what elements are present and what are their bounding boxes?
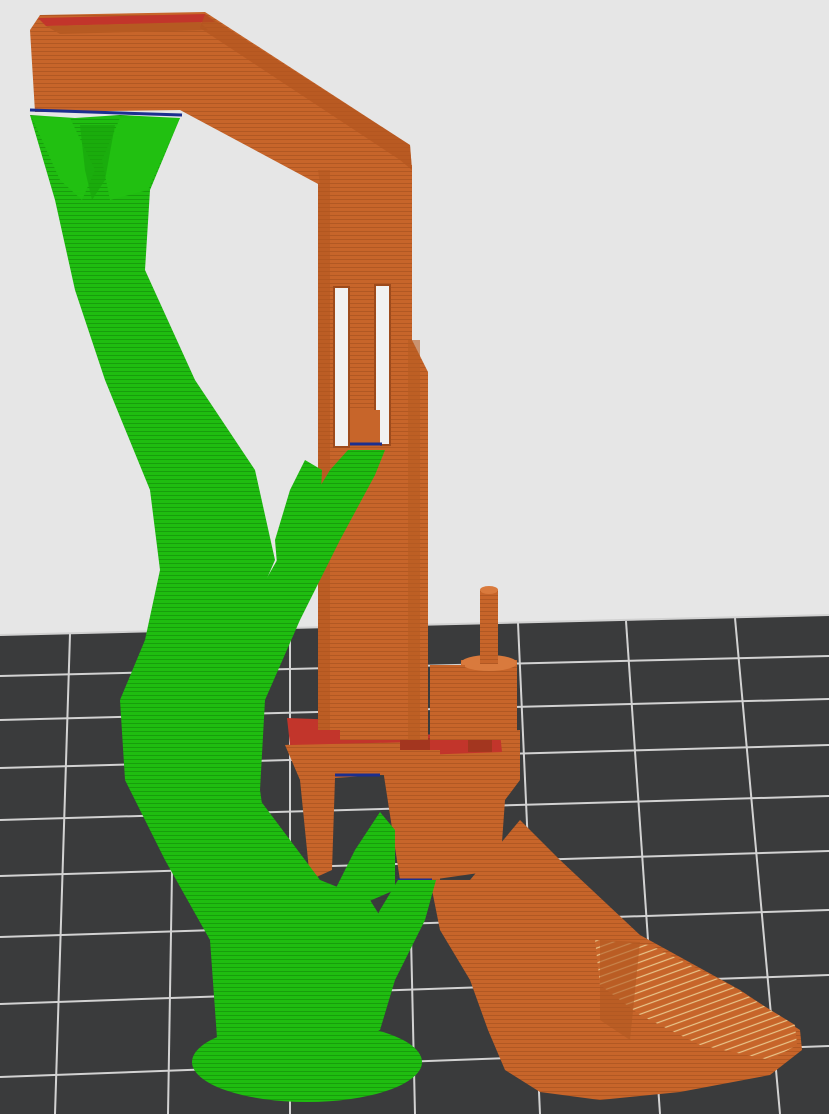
- part-slot-left: [333, 286, 350, 448]
- part-column-left-face: [318, 160, 330, 730]
- part-side-block: [430, 665, 465, 740]
- part-peg-column: [461, 660, 517, 740]
- 3d-preview-viewport[interactable]: [0, 0, 829, 1114]
- part-slot-insert: [350, 410, 380, 446]
- part-column-right-strip: [408, 340, 420, 740]
- part-peg-pin-top: [480, 586, 498, 594]
- slicer-preview-scene[interactable]: [0, 0, 829, 1114]
- part-peg-pin: [480, 590, 498, 664]
- part-pocket-2: [468, 738, 492, 752]
